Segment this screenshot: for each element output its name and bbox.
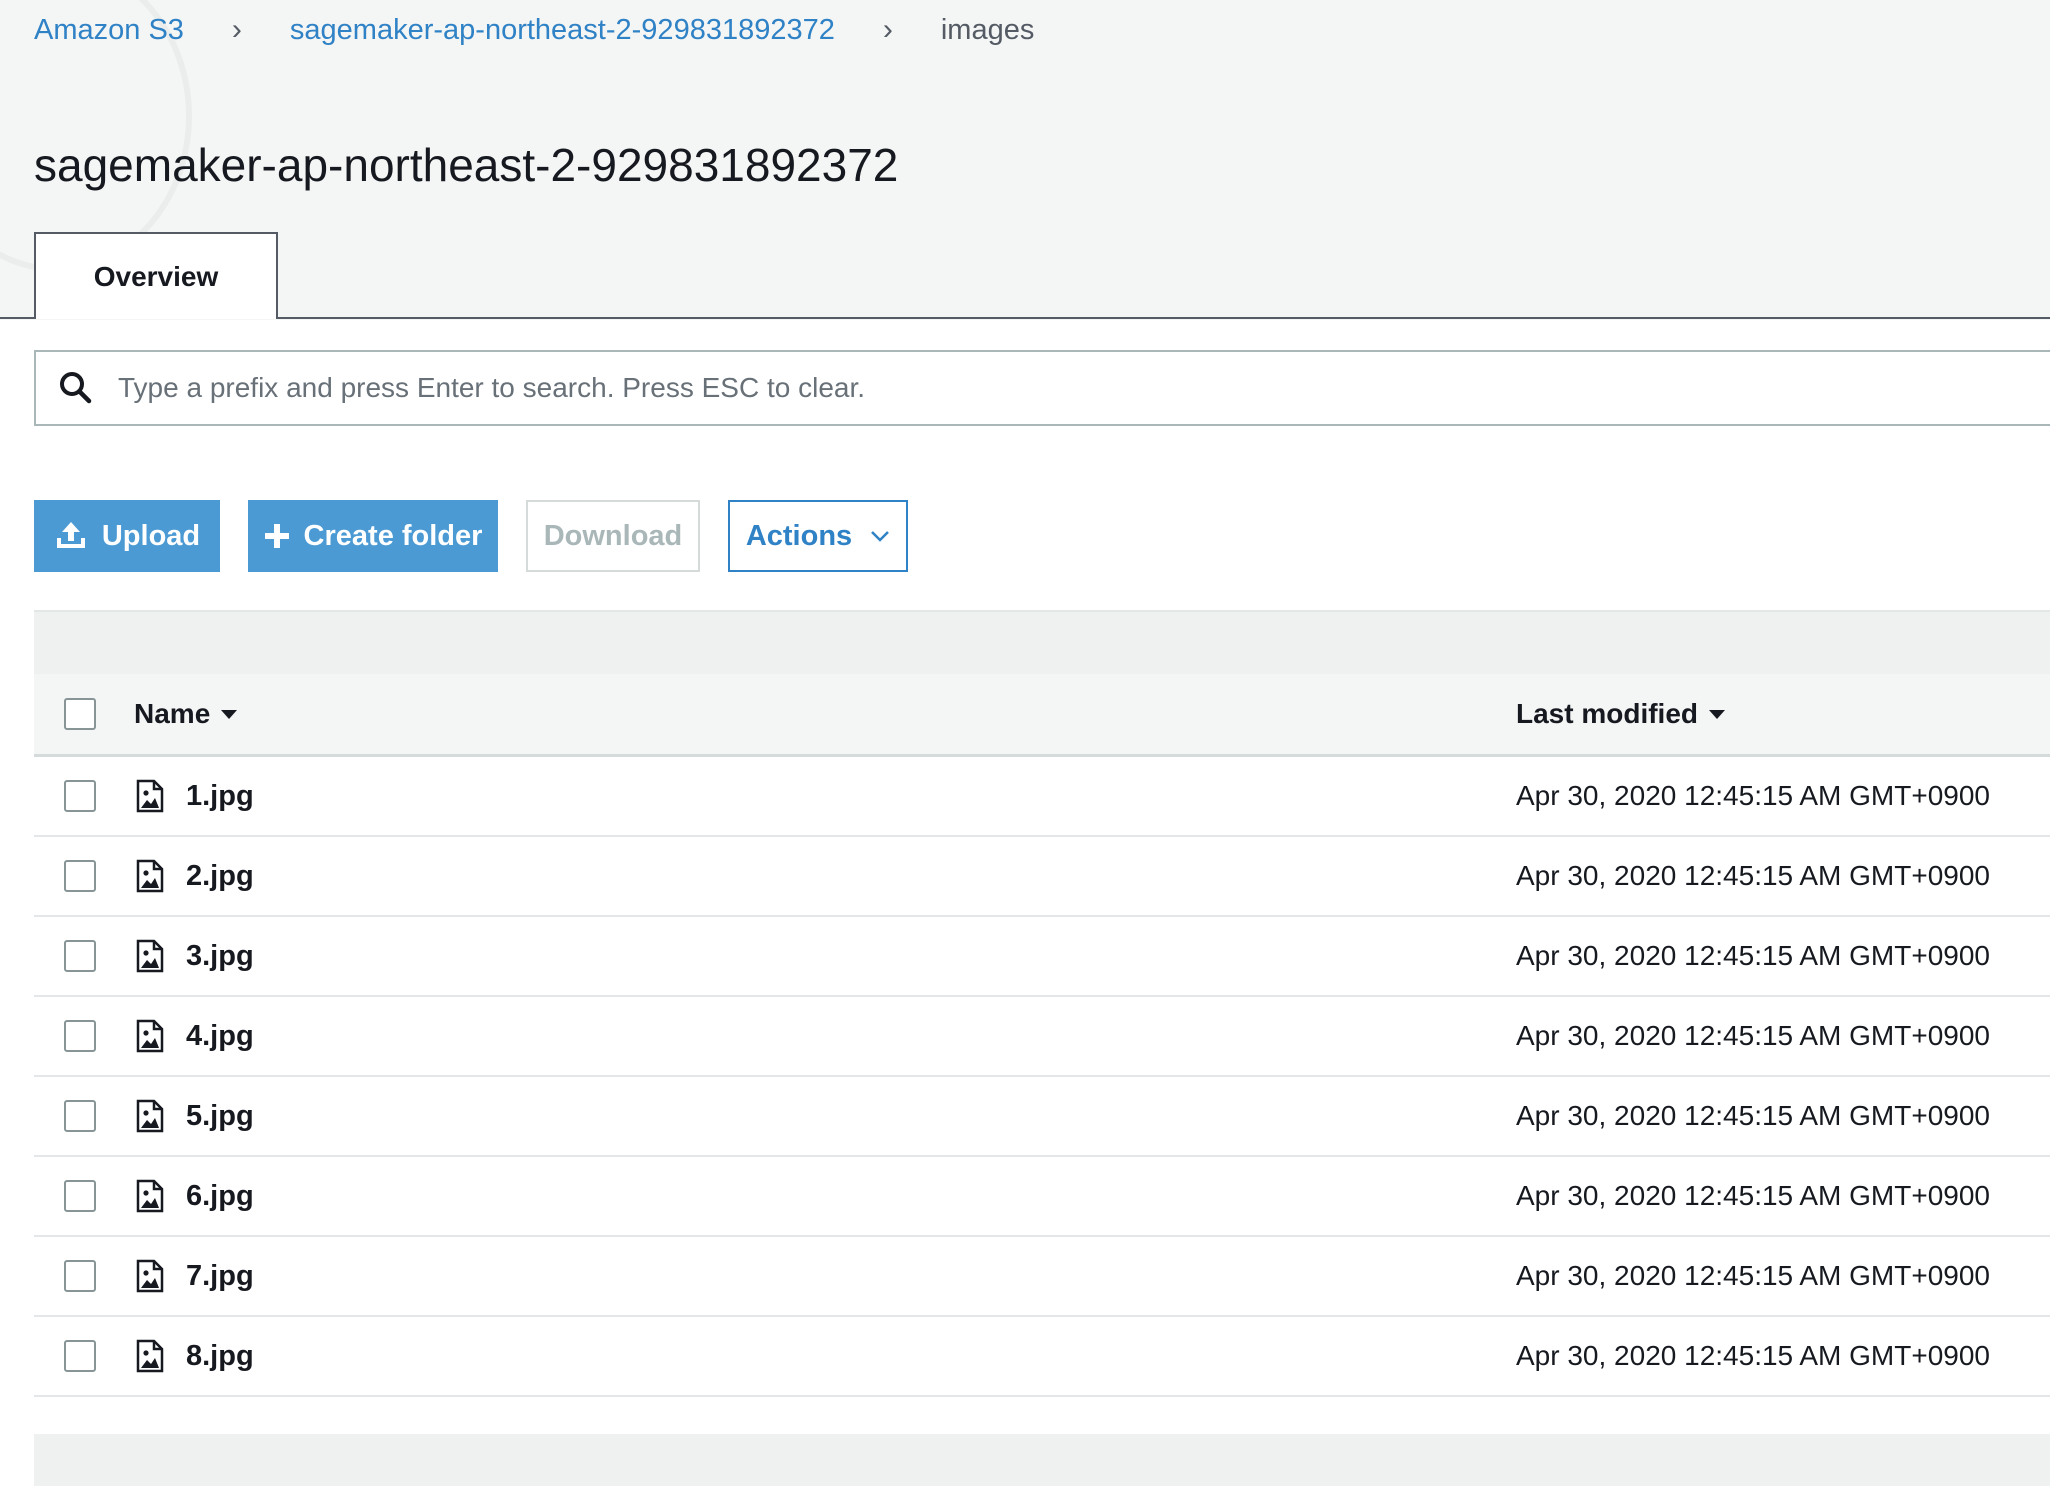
table-row[interactable]: 2.jpg Apr 30, 2020 12:45:15 AM GMT+0900 (34, 837, 2050, 917)
chevron-down-icon (870, 530, 890, 542)
download-button-label: Download (543, 519, 683, 552)
column-header-last-modified[interactable]: Last modified (1516, 674, 1726, 754)
actions-button-label: Actions (745, 519, 853, 552)
image-file-icon (136, 1019, 164, 1053)
file-name-link[interactable]: 5.jpg (186, 1077, 254, 1155)
file-last-modified: Apr 30, 2020 12:45:15 AM GMT+0900 (1516, 1180, 1990, 1211)
page-title: sagemaker-ap-northeast-2-929831892372 (34, 139, 899, 191)
file-name-link[interactable]: 6.jpg (186, 1157, 254, 1235)
file-last-modified: Apr 30, 2020 12:45:15 AM GMT+0900 (1516, 860, 1990, 891)
breadcrumb-bucket[interactable]: sagemaker-ap-northeast-2-929831892372 (290, 14, 835, 47)
download-button[interactable]: Download (526, 500, 700, 572)
create-folder-button-label: Create folder (303, 519, 483, 552)
image-file-icon (136, 1339, 164, 1373)
image-file-icon (136, 859, 164, 893)
table-row[interactable]: 7.jpg Apr 30, 2020 12:45:15 AM GMT+0900 (34, 1237, 2050, 1317)
row-checkbox[interactable] (64, 1340, 96, 1372)
file-last-modified: Apr 30, 2020 12:45:15 AM GMT+0900 (1516, 1020, 1990, 1051)
column-header-name-label: Name (134, 698, 211, 729)
row-checkbox[interactable] (64, 1260, 96, 1292)
caret-down-icon (220, 708, 238, 720)
row-checkbox[interactable] (64, 940, 96, 972)
table-row[interactable]: 5.jpg Apr 30, 2020 12:45:15 AM GMT+0900 (34, 1077, 2050, 1157)
row-checkbox[interactable] (64, 860, 96, 892)
column-header-last-modified-label: Last modified (1516, 698, 1699, 729)
row-checkbox[interactable] (64, 1100, 96, 1132)
image-file-icon (136, 1179, 164, 1213)
breadcrumb-separator: › (882, 13, 893, 46)
search-icon (56, 368, 96, 408)
table-row[interactable]: 6.jpg Apr 30, 2020 12:45:15 AM GMT+0900 (34, 1157, 2050, 1237)
breadcrumb-separator: › (231, 13, 242, 46)
table-row[interactable]: 3.jpg Apr 30, 2020 12:45:15 AM GMT+0900 (34, 917, 2050, 997)
column-header-name[interactable]: Name (134, 674, 238, 754)
actions-dropdown-button[interactable]: Actions (728, 500, 908, 572)
breadcrumb-current-folder: images (940, 13, 1035, 46)
objects-table: Name Last modified 1.jpg Apr 30, 2020 12… (34, 674, 2050, 1397)
plus-icon (264, 523, 290, 549)
file-name-link[interactable]: 7.jpg (186, 1237, 254, 1315)
file-name-link[interactable]: 2.jpg (186, 837, 254, 915)
upload-button-label: Upload (101, 519, 201, 552)
file-last-modified: Apr 30, 2020 12:45:15 AM GMT+0900 (1516, 1340, 1990, 1371)
breadcrumb: Amazon S3 › sagemaker-ap-northeast-2-929… (34, 12, 1034, 48)
tab-bar-line (0, 317, 2050, 319)
row-checkbox[interactable] (64, 1020, 96, 1052)
table-toolbar-band (34, 612, 2050, 674)
upload-icon (54, 520, 88, 552)
row-checkbox[interactable] (64, 780, 96, 812)
image-file-icon (136, 779, 164, 813)
table-row[interactable]: 8.jpg Apr 30, 2020 12:45:15 AM GMT+0900 (34, 1317, 2050, 1397)
create-folder-button[interactable]: Create folder (248, 500, 498, 572)
file-name-link[interactable]: 8.jpg (186, 1317, 254, 1395)
upload-button[interactable]: Upload (34, 500, 220, 572)
row-checkbox[interactable] (64, 1180, 96, 1212)
search-input[interactable] (116, 371, 1620, 405)
image-file-icon (136, 939, 164, 973)
table-row[interactable]: 4.jpg Apr 30, 2020 12:45:15 AM GMT+0900 (34, 997, 2050, 1077)
file-name-link[interactable]: 4.jpg (186, 997, 254, 1075)
image-file-icon (136, 1259, 164, 1293)
table-row[interactable]: 1.jpg Apr 30, 2020 12:45:15 AM GMT+0900 (34, 757, 2050, 837)
search-bar (34, 350, 2050, 426)
file-name-link[interactable]: 1.jpg (186, 757, 254, 835)
caret-down-icon (1708, 708, 1726, 720)
file-last-modified: Apr 30, 2020 12:45:15 AM GMT+0900 (1516, 1100, 1990, 1131)
file-last-modified: Apr 30, 2020 12:45:15 AM GMT+0900 (1516, 780, 1990, 811)
breadcrumb-amazon-s3[interactable]: Amazon S3 (34, 14, 184, 47)
table-footer-band (34, 1434, 2050, 1486)
tab-overview[interactable]: Overview (34, 232, 278, 319)
image-file-icon (136, 1099, 164, 1133)
select-all-checkbox[interactable] (64, 698, 96, 730)
file-last-modified: Apr 30, 2020 12:45:15 AM GMT+0900 (1516, 1260, 1990, 1291)
file-name-link[interactable]: 3.jpg (186, 917, 254, 995)
file-last-modified: Apr 30, 2020 12:45:15 AM GMT+0900 (1516, 940, 1990, 971)
table-header: Name Last modified (34, 674, 2050, 757)
